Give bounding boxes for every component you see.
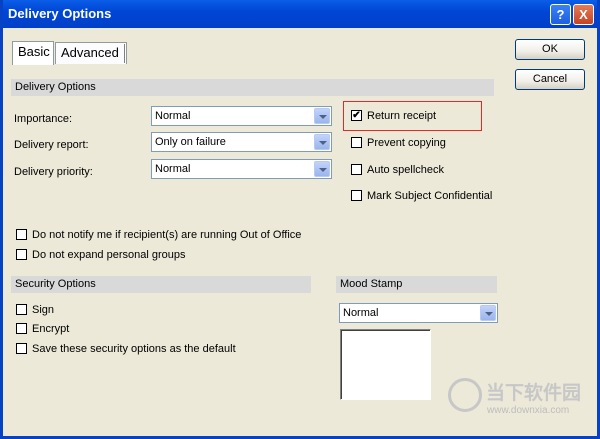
sign-label: Sign [32, 304, 55, 316]
dialog-window: Delivery Options ? X Basic Advanced OK C… [0, 0, 600, 439]
tab-advanced[interactable]: Advanced [55, 42, 127, 64]
importance-select[interactable]: Normal [151, 106, 332, 126]
save-security-default-checkbox[interactable] [16, 343, 27, 354]
mood-stamp-preview[interactable] [340, 329, 431, 400]
mood-stamp-header: Mood Stamp [336, 276, 497, 293]
mood-stamp-select[interactable]: Normal [339, 303, 498, 323]
close-button[interactable]: X [573, 4, 594, 25]
return-receipt-label: Return receipt [367, 110, 437, 122]
sign-checkbox[interactable] [16, 304, 27, 315]
auto-spellcheck-label: Auto spellcheck [367, 164, 445, 176]
watermark-url: www.downxia.com [487, 405, 570, 416]
mood-stamp-value: Normal [343, 307, 379, 319]
security-options-header: Security Options [11, 276, 311, 293]
ok-button[interactable]: OK [515, 39, 585, 60]
delivery-options-header: Delivery Options [11, 79, 494, 96]
return-receipt-checkbox[interactable]: ✔ [351, 110, 362, 121]
importance-value: Normal [155, 110, 191, 122]
mark-confidential-label: Mark Subject Confidential [367, 190, 493, 202]
prevent-copying-checkbox[interactable] [351, 137, 362, 148]
tab-separator [124, 44, 126, 63]
no-out-of-office-checkbox[interactable] [16, 229, 27, 240]
title-bar[interactable]: Delivery Options ? X [3, 0, 597, 28]
delivery-report-label: Delivery report: [14, 139, 89, 151]
no-out-of-office-label: Do not notify me if recipient(s) are run… [32, 229, 302, 241]
prevent-copying-label: Prevent copying [367, 137, 446, 149]
chevron-down-icon[interactable] [314, 161, 330, 177]
delivery-priority-value: Normal [155, 163, 191, 175]
watermark-text: 当下软件园 [486, 383, 582, 404]
auto-spellcheck-checkbox[interactable] [351, 164, 362, 175]
watermark-logo-icon [448, 378, 482, 412]
encrypt-label: Encrypt [32, 323, 70, 335]
delivery-priority-select[interactable]: Normal [151, 159, 332, 179]
importance-label: Importance: [14, 113, 73, 125]
cancel-button[interactable]: Cancel [515, 69, 585, 90]
window-title: Delivery Options [8, 6, 112, 21]
encrypt-checkbox[interactable] [16, 323, 27, 334]
delivery-priority-label: Delivery priority: [14, 166, 93, 178]
delivery-report-select[interactable]: Only on failure [151, 132, 332, 152]
chevron-down-icon[interactable] [314, 134, 330, 150]
help-button[interactable]: ? [550, 4, 571, 25]
tab-basic[interactable]: Basic [12, 41, 54, 65]
delivery-report-value: Only on failure [155, 136, 226, 148]
watermark: 当下软件园 www.downxia.com [448, 372, 588, 427]
no-expand-groups-checkbox[interactable] [16, 249, 27, 260]
chevron-down-icon[interactable] [480, 305, 496, 321]
chevron-down-icon[interactable] [314, 108, 330, 124]
save-security-default-label: Save these security options as the defau… [32, 343, 236, 355]
no-expand-groups-label: Do not expand personal groups [32, 249, 186, 261]
mark-confidential-checkbox[interactable] [351, 190, 362, 201]
